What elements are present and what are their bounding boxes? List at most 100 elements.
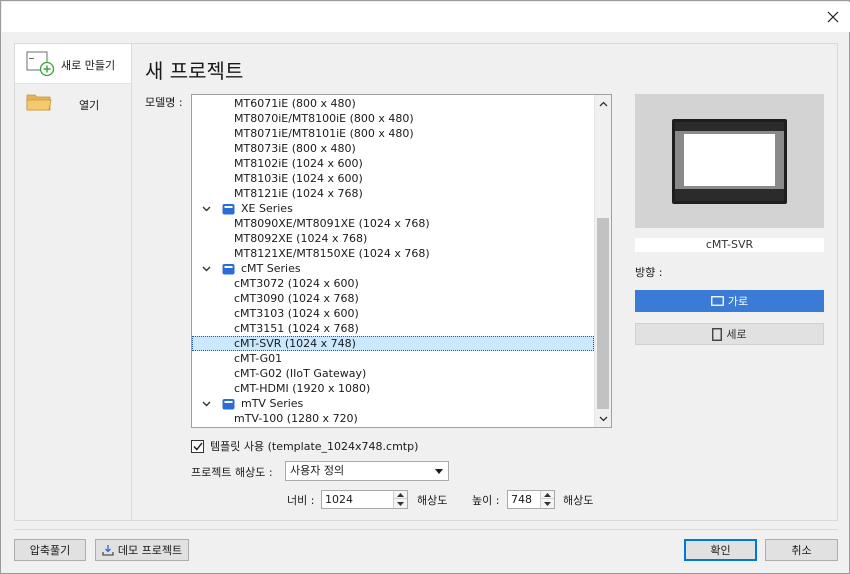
tree-group-row[interactable]: XE Series bbox=[192, 201, 594, 216]
landscape-icon bbox=[710, 296, 724, 306]
model-item-label: MT8092XE (1024 x 768) bbox=[234, 232, 368, 245]
footer-divider bbox=[14, 529, 838, 530]
cancel-button[interactable]: 취소 bbox=[765, 539, 838, 561]
dropdown-arrow-icon bbox=[435, 469, 443, 474]
tree-group-row[interactable]: mTV Series bbox=[192, 396, 594, 411]
close-icon bbox=[827, 11, 839, 23]
chevron-up-icon bbox=[599, 101, 607, 106]
tree-group-label: mTV Series bbox=[241, 397, 304, 410]
sidebar-item-label: 새로 만들기 bbox=[61, 59, 116, 72]
model-list-items: MT6071iE (800 x 480) MT8070iE/MT8100iE (8… bbox=[192, 96, 594, 426]
model-item-label: cMT3151 (1024 x 768) bbox=[234, 322, 359, 335]
landscape-button[interactable]: 가로 bbox=[635, 290, 824, 312]
checkmark-icon bbox=[192, 442, 203, 451]
main-panel: 새 프로젝트 모델명 : MT6071iE (800 x 480) MT8070i… bbox=[132, 43, 838, 521]
model-item[interactable]: cMT-HDMI (1920 x 1080) bbox=[192, 381, 594, 396]
model-item-selected[interactable]: cMT-SVR (1024 x 748) bbox=[192, 336, 594, 351]
model-item[interactable]: MT8103iE (1024 x 600) bbox=[192, 171, 594, 186]
template-checkbox-row[interactable]: 템플릿 사용 (template_1024x748.cmtp) bbox=[191, 438, 418, 454]
model-item[interactable]: cMT3103 (1024 x 600) bbox=[192, 306, 594, 321]
model-item[interactable]: cMT3090 (1024 x 768) bbox=[192, 291, 594, 306]
model-item-label: MT8090XE/MT8091XE (1024 x 768) bbox=[234, 217, 430, 230]
folder-icon bbox=[26, 92, 52, 115]
height-label: 높이 : bbox=[472, 494, 500, 507]
dialog-window: 새로 만들기 열기 새 프로젝트 모델명 : MT6071iE (800 x 4… bbox=[0, 0, 850, 574]
resolution-select[interactable]: 사용자 정의 bbox=[285, 461, 449, 481]
model-item-label: cMT-SVR (1024 x 748) bbox=[234, 337, 356, 350]
height-input[interactable]: 748 bbox=[507, 490, 555, 509]
model-item-label: cMT3090 (1024 x 768) bbox=[234, 292, 359, 305]
width-value: 1024 bbox=[325, 493, 353, 506]
model-item[interactable]: MT8092XE (1024 x 768) bbox=[192, 231, 594, 246]
model-item[interactable]: cMT3151 (1024 x 768) bbox=[192, 321, 594, 336]
portrait-label: 세로 bbox=[726, 328, 747, 341]
spin-up-icon bbox=[397, 492, 404, 497]
chevron-down-icon bbox=[599, 416, 607, 421]
portrait-icon bbox=[712, 327, 723, 341]
model-item[interactable]: MT8070iE/MT8100iE (800 x 480) bbox=[192, 111, 594, 126]
scroll-up-button[interactable] bbox=[595, 95, 611, 112]
model-item-label: cMT-G02 (IIoT Gateway) bbox=[234, 367, 367, 380]
title-bar bbox=[2, 2, 850, 32]
chevron-down-icon[interactable] bbox=[200, 266, 212, 272]
model-item[interactable]: MT8121iE (1024 x 768) bbox=[192, 186, 594, 201]
decompress-label: 압축풀기 bbox=[29, 544, 71, 557]
model-item-label: MT8071iE/MT8101iE (800 x 480) bbox=[234, 127, 414, 140]
scroll-down-button[interactable] bbox=[595, 410, 611, 427]
model-item[interactable]: cMT-G01 bbox=[192, 351, 594, 366]
model-item-label: cMT-HDMI (1920 x 1080) bbox=[234, 382, 371, 395]
model-item[interactable]: MT8071iE/MT8101iE (800 x 480) bbox=[192, 126, 594, 141]
width-label: 너비 : bbox=[287, 494, 315, 507]
height-spinner bbox=[540, 491, 554, 508]
model-item[interactable]: MT8090XE/MT8091XE (1024 x 768) bbox=[192, 216, 594, 231]
sidebar-item-new[interactable]: 새로 만들기 bbox=[15, 44, 131, 84]
scroll-thumb[interactable] bbox=[597, 218, 609, 409]
ok-label: 확인 bbox=[710, 544, 731, 557]
model-item[interactable]: cMT-G02 (IIoT Gateway) bbox=[192, 366, 594, 381]
model-item-label: MT8121iE (1024 x 768) bbox=[234, 187, 363, 200]
model-item[interactable]: MT8073iE (800 x 480) bbox=[192, 141, 594, 156]
sidebar-item-label: 열기 bbox=[79, 99, 100, 112]
tree-group-label: XE Series bbox=[241, 202, 293, 215]
ok-button[interactable]: 확인 bbox=[684, 539, 757, 561]
height-decrement-button[interactable] bbox=[541, 500, 554, 508]
orientation-label: 방향 : bbox=[635, 266, 663, 279]
model-item[interactable]: MT6071iE (800 x 480) bbox=[192, 96, 594, 111]
chevron-down-icon[interactable] bbox=[200, 401, 212, 407]
sidebar-item-open[interactable]: 열기 bbox=[15, 86, 131, 120]
chevron-down-icon[interactable] bbox=[200, 206, 212, 212]
vertical-scrollbar[interactable] bbox=[594, 95, 611, 427]
landscape-label: 가로 bbox=[727, 295, 749, 308]
model-label: 모델명 : bbox=[145, 96, 183, 109]
width-input[interactable]: 1024 bbox=[321, 490, 408, 509]
project-resolution-label: 프로젝트 해상도 : bbox=[191, 466, 273, 479]
model-item[interactable]: mTV-100 (1280 x 720) bbox=[192, 411, 594, 426]
model-item[interactable]: MT8121XE/MT8150XE (1024 x 768) bbox=[192, 246, 594, 261]
close-button[interactable] bbox=[822, 6, 844, 28]
model-preview bbox=[635, 94, 824, 228]
preview-model-name: cMT-SVR bbox=[635, 238, 824, 252]
model-item[interactable]: cMT3072 (1024 x 600) bbox=[192, 276, 594, 291]
spin-down-icon bbox=[397, 502, 404, 506]
demo-project-button[interactable]: 데모 프로젝트 bbox=[95, 539, 189, 561]
width-decrement-button[interactable] bbox=[394, 500, 407, 508]
template-checkbox[interactable] bbox=[191, 439, 204, 453]
portrait-button[interactable]: 세로 bbox=[635, 323, 824, 345]
model-item-label: MT8103iE (1024 x 600) bbox=[234, 172, 363, 185]
decompress-button[interactable]: 압축풀기 bbox=[14, 539, 86, 561]
width-increment-button[interactable] bbox=[394, 491, 407, 499]
series-icon bbox=[222, 263, 235, 275]
model-list[interactable]: MT6071iE (800 x 480) MT8070iE/MT8100iE (8… bbox=[191, 94, 612, 428]
spin-up-icon bbox=[544, 492, 551, 497]
height-increment-button[interactable] bbox=[541, 491, 554, 499]
model-item[interactable]: MT8102iE (1024 x 600) bbox=[192, 156, 594, 171]
tree-group-label: cMT Series bbox=[241, 262, 301, 275]
series-icon bbox=[222, 398, 235, 410]
tree-group-row[interactable]: cMT Series bbox=[192, 261, 594, 276]
resolution-select-value: 사용자 정의 bbox=[290, 464, 345, 477]
width-spinner bbox=[393, 491, 407, 508]
download-icon bbox=[102, 545, 114, 556]
height-value: 748 bbox=[511, 493, 532, 506]
model-item-label: mTV-100 (1280 x 720) bbox=[234, 412, 358, 425]
device-preview-image bbox=[672, 119, 787, 204]
